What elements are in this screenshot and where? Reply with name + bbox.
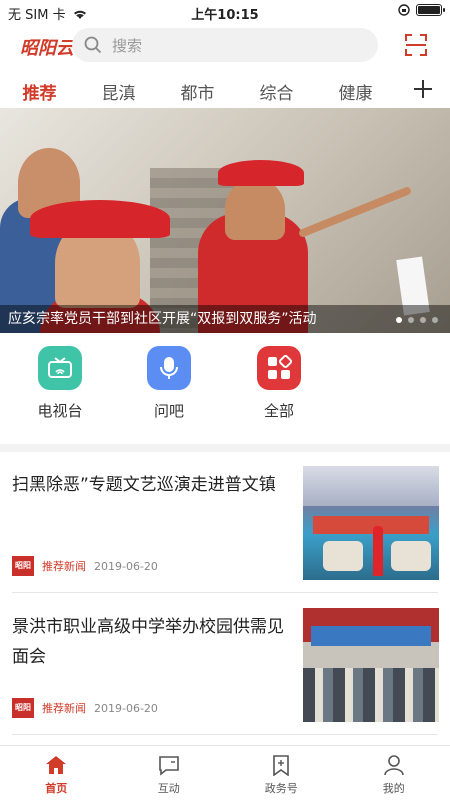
scan-icon[interactable]	[404, 33, 428, 57]
add-channel-icon[interactable]	[412, 78, 434, 100]
banner-carousel[interactable]: 应亥宗率党员干部到社区开展“双报到双服务”活动	[0, 108, 450, 333]
tab-kundian[interactable]: 昆滇	[79, 79, 158, 104]
news-thumbnail	[303, 608, 439, 722]
news-source: 推荐新闻	[42, 560, 86, 573]
quick-item-all[interactable]: 全部	[244, 346, 314, 421]
list-separator	[12, 734, 438, 735]
quick-label: 电视台	[37, 402, 83, 420]
news-meta: 昭阳云 推荐新闻 2019-06-20	[12, 698, 158, 732]
carousel-indicator	[396, 317, 438, 323]
home-icon	[46, 756, 67, 774]
news-thumbnail	[303, 466, 439, 580]
category-tabs: 推荐 昆滇 都市 综合 健康	[0, 72, 450, 110]
tab-gov[interactable]: 政务号	[225, 746, 338, 800]
grid-icon	[257, 346, 301, 390]
microphone-icon	[147, 346, 191, 390]
banner-caption: 应亥宗率党员干部到社区开展“双报到双服务”活动	[0, 305, 450, 333]
search-placeholder: 搜索	[112, 36, 143, 55]
tab-general[interactable]: 综合	[237, 79, 316, 104]
news-meta: 昭阳云 推荐新闻 2019-06-20	[12, 556, 158, 590]
top-header: 昭阳云 搜索	[0, 26, 450, 66]
quick-label: 全部	[263, 402, 294, 420]
tab-label: 互动	[157, 782, 180, 795]
tab-label: 我的	[382, 782, 405, 795]
quick-label: 问吧	[153, 402, 184, 420]
tab-home[interactable]: 首页	[0, 746, 113, 800]
tab-label: 政务号	[264, 782, 298, 795]
news-title: 扫黑除恶”专题文艺巡演走进普文镇	[12, 475, 276, 495]
source-logo: 昭阳云	[12, 556, 34, 590]
tab-city[interactable]: 都市	[158, 79, 237, 104]
news-source: 推荐新闻	[42, 702, 86, 715]
quick-item-ask[interactable]: 问吧	[134, 346, 204, 421]
status-bar: 无 SIM 卡 上午10:15	[0, 0, 450, 24]
quick-item-tv[interactable]: 电视台	[25, 346, 95, 421]
tab-interact[interactable]: 互动	[113, 746, 226, 800]
section-divider	[0, 444, 450, 452]
list-item[interactable]: 景洪市职业高级中学举办校园供需见面会 昭阳云 推荐新闻 2019-06-20	[0, 594, 450, 734]
search-bar[interactable]: 搜索	[72, 28, 378, 62]
bottom-tab-bar: 首页 互动 政务号 我的	[0, 745, 450, 800]
chat-icon	[158, 756, 179, 776]
list-separator	[12, 592, 438, 593]
news-date: 2019-06-20	[94, 559, 158, 573]
news-date: 2019-06-20	[94, 701, 158, 715]
search-icon	[84, 36, 102, 54]
tab-health[interactable]: 健康	[316, 79, 395, 104]
tv-icon	[38, 346, 82, 390]
app-logo[interactable]: 昭阳云	[20, 34, 74, 60]
user-icon	[383, 755, 404, 776]
orientation-lock-icon	[398, 4, 410, 16]
bookmark-icon	[273, 755, 290, 776]
tab-recommend[interactable]: 推荐	[0, 79, 79, 104]
tab-mine[interactable]: 我的	[338, 746, 450, 800]
clock: 上午10:15	[191, 8, 259, 23]
tab-label: 首页	[45, 782, 68, 795]
quick-entries: 电视台 问吧 全部	[0, 346, 450, 432]
battery-icon	[416, 4, 445, 16]
source-logo: 昭阳云	[12, 698, 34, 732]
news-title: 景洪市职业高级中学举办校园供需见面会	[12, 617, 284, 667]
list-item[interactable]: 扫黑除恶”专题文艺巡演走进普文镇 昭阳云 推荐新闻 2019-06-20	[0, 452, 450, 592]
